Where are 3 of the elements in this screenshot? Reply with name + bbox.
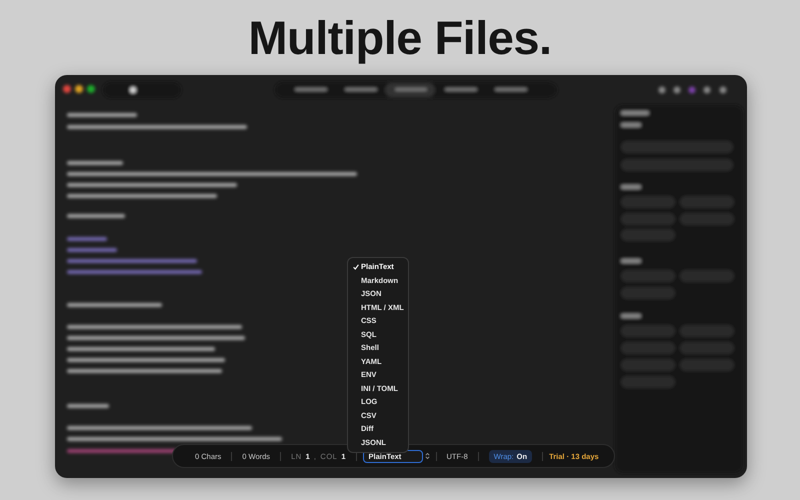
chevron-icon [424,452,430,460]
headline: Multiple Files. [247,10,553,66]
check-icon [353,264,359,270]
